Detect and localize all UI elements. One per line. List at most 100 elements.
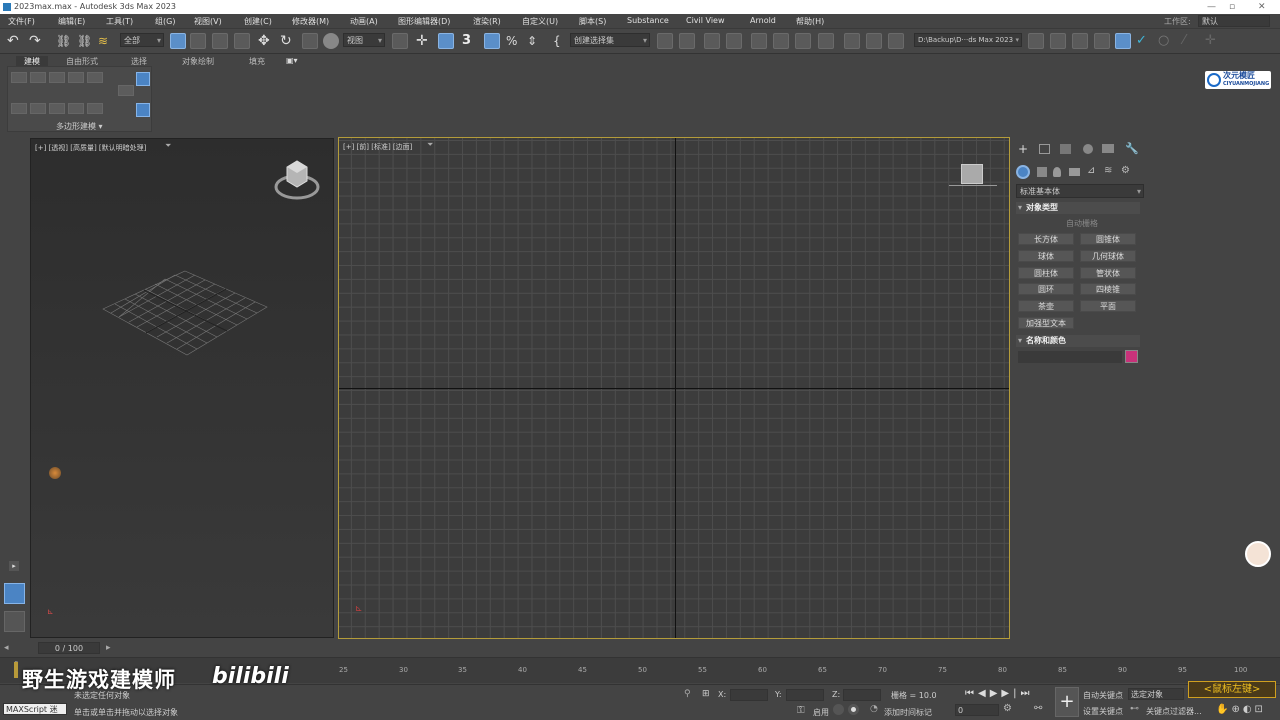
- maxscript-listener[interactable]: MAXScript 迷: [3, 703, 67, 715]
- time-cursor[interactable]: [14, 662, 18, 678]
- align-icon[interactable]: [679, 33, 695, 49]
- key-lock-icon[interactable]: ⊷: [1130, 704, 1139, 714]
- x-coord-field[interactable]: [730, 689, 768, 701]
- autogrid-checkbox[interactable]: 自动栅格: [1066, 218, 1098, 229]
- y-coord-field[interactable]: [786, 689, 824, 701]
- scene-explorer-icon[interactable]: [704, 33, 720, 49]
- ribbon-tool-icon[interactable]: [49, 103, 65, 114]
- layout-two-viewports-icon[interactable]: [4, 583, 25, 604]
- timeline-prev-icon[interactable]: ◂: [4, 643, 9, 653]
- menu-scripting[interactable]: 脚本(S): [579, 16, 606, 27]
- auto-key-button[interactable]: 自动关键点: [1083, 690, 1123, 701]
- safe-frame-icon[interactable]: [1115, 33, 1131, 49]
- key-mode-icon[interactable]: ⚯: [1034, 703, 1042, 714]
- select-object-icon[interactable]: [170, 33, 186, 49]
- render-production-icon[interactable]: [888, 33, 904, 49]
- bind-spacewarp-icon[interactable]: ≋: [98, 33, 114, 49]
- pivot-center-icon[interactable]: [392, 33, 408, 49]
- rectangular-selection-icon[interactable]: [212, 33, 228, 49]
- project-folder-icon[interactable]: [1028, 33, 1044, 49]
- ribbon-tool-icon[interactable]: [68, 103, 84, 114]
- time-config-icon[interactable]: ⚙: [1003, 703, 1012, 714]
- menu-help[interactable]: 帮助(H): [796, 16, 824, 27]
- percent-snap-icon[interactable]: %: [506, 33, 522, 49]
- snaps-toggle-icon[interactable]: 3: [462, 33, 478, 49]
- layout-four-viewports-icon[interactable]: [4, 611, 25, 632]
- save-project-icon[interactable]: [1072, 33, 1088, 49]
- ribbon-tool-icon[interactable]: [11, 103, 27, 114]
- enable-label[interactable]: 启用: [813, 707, 829, 718]
- isolate-icon[interactable]: ⚲: [684, 689, 691, 699]
- object-category-dropdown[interactable]: 标准基本体: [1016, 184, 1144, 198]
- object-name-field[interactable]: [1018, 351, 1122, 363]
- schematic-view-icon[interactable]: [795, 33, 811, 49]
- playback-controls[interactable]: ⏮◀▶▶|⏭: [965, 688, 1033, 699]
- ribbon-tool-icon[interactable]: [68, 72, 84, 83]
- viewport-label[interactable]: [+] [透视] [高质量] [默认明暗处理]: [35, 143, 146, 153]
- link-icon[interactable]: ⛓: [56, 33, 72, 49]
- ribbon-tool-icon[interactable]: [136, 72, 150, 86]
- textplus-button[interactable]: 加强型文本: [1018, 317, 1074, 329]
- unlink-icon[interactable]: ⛓: [77, 33, 93, 49]
- asset-tracking-icon[interactable]: [1094, 33, 1110, 49]
- layer-explorer-icon[interactable]: [726, 33, 742, 49]
- lights-category-icon[interactable]: [1053, 167, 1061, 177]
- absolute-mode-icon[interactable]: ⊞: [702, 689, 710, 699]
- z-coord-field[interactable]: [843, 689, 881, 701]
- name-color-rollout[interactable]: 名称和颜色: [1016, 335, 1140, 347]
- motion-tab-icon[interactable]: [1083, 144, 1093, 154]
- create-tab-icon[interactable]: +: [1018, 142, 1028, 156]
- viewport-nav-icons[interactable]: ✋⊕◐⊡: [1216, 704, 1266, 715]
- enable-icon[interactable]: ⚿: [797, 705, 805, 716]
- selection-filter-dropdown[interactable]: 全部: [120, 33, 164, 47]
- ribbon-panel-label[interactable]: 多边形建模 ▾: [56, 121, 103, 132]
- selection-set-dropdown[interactable]: 选定对象: [1128, 688, 1184, 700]
- ribbon-options-icon[interactable]: ▣▾: [286, 56, 298, 65]
- menu-graph-editors[interactable]: 图形编辑器(D): [398, 16, 450, 27]
- key-filters-button[interactable]: 关键点过滤器...: [1146, 706, 1202, 717]
- shapes-category-icon[interactable]: [1037, 167, 1047, 177]
- systems-category-icon[interactable]: ⚙: [1121, 165, 1130, 176]
- set-key-button[interactable]: 设置关键点: [1083, 706, 1123, 717]
- sphere-button[interactable]: 球体: [1018, 250, 1074, 262]
- menu-arnold[interactable]: Arnold: [750, 16, 776, 25]
- maximize-icon[interactable]: ▫: [1229, 0, 1235, 14]
- teapot-button[interactable]: 茶壶: [1018, 300, 1074, 312]
- menu-animation[interactable]: 动画(A): [350, 16, 378, 27]
- check-icon[interactable]: ✓: [1136, 33, 1152, 49]
- menu-views[interactable]: 视图(V): [194, 16, 222, 27]
- current-frame-field[interactable]: 0: [955, 704, 999, 716]
- menu-tools[interactable]: 工具(T): [106, 16, 133, 27]
- curve-editor-icon[interactable]: [773, 33, 789, 49]
- render-setup-icon[interactable]: [844, 33, 860, 49]
- modify-tab-icon[interactable]: [1039, 144, 1050, 154]
- material-editor-icon[interactable]: [818, 33, 834, 49]
- time-tag-icon[interactable]: ◔: [870, 704, 878, 714]
- viewport-label[interactable]: [+] [前] [标准] [边面]: [343, 142, 412, 152]
- named-selection-dropdown[interactable]: 创建选择集: [570, 33, 650, 47]
- workspace-dropdown[interactable]: 默认: [1198, 15, 1270, 27]
- object-type-rollout[interactable]: 对象类型: [1016, 202, 1140, 214]
- plane-button[interactable]: 平面: [1080, 300, 1136, 312]
- menu-rendering[interactable]: 渲染(R): [473, 16, 501, 27]
- menu-group[interactable]: 组(G): [155, 16, 175, 27]
- timeline-next-icon[interactable]: ▸: [106, 643, 111, 653]
- pyramid-button[interactable]: 四棱锥: [1080, 283, 1136, 295]
- cone-button[interactable]: 圆锥体: [1080, 233, 1136, 245]
- ribbon-tool-icon[interactable]: [49, 72, 65, 83]
- menu-customize[interactable]: 自定义(U): [522, 16, 558, 27]
- box-button[interactable]: 长方体: [1018, 233, 1074, 245]
- set-key-icon[interactable]: +: [1055, 687, 1079, 717]
- adaptive-degradation-icon[interactable]: [848, 704, 859, 715]
- project-path-dropdown[interactable]: D:\Backup\D···ds Max 2023: [914, 33, 1022, 47]
- spinner-snap-icon[interactable]: ⇕: [527, 33, 543, 49]
- filter-icon[interactable]: ⏷: [427, 140, 433, 150]
- reference-coordinate-dropdown[interactable]: 视图: [343, 33, 385, 47]
- edit-named-selection-icon[interactable]: {: [553, 33, 569, 49]
- hierarchy-tab-icon[interactable]: [1060, 144, 1071, 154]
- move-icon[interactable]: ✥: [258, 33, 274, 49]
- ribbon-tab-object-paint[interactable]: 对象绘制: [182, 56, 214, 67]
- time-slider[interactable]: 0 / 100: [38, 642, 100, 654]
- filter-icon[interactable]: ⏷: [165, 141, 171, 151]
- spacewarps-category-icon[interactable]: ≋: [1104, 165, 1112, 176]
